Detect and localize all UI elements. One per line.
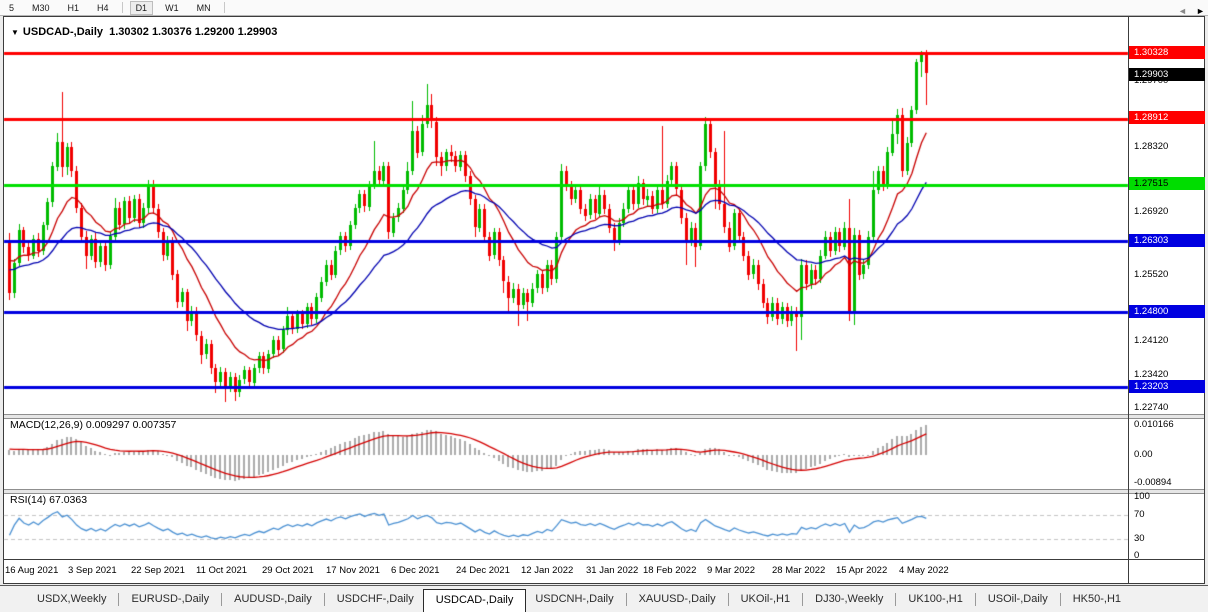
date-axis-label: 4 May 2022 (899, 565, 949, 576)
date-axis-label: 11 Oct 2021 (196, 565, 247, 576)
macd-axis-tick: -0.00894 (1134, 477, 1172, 488)
rsi-label: RSI(14) (10, 494, 46, 506)
symbol-tab-ukoil-h1[interactable]: UKOil-,H1 (732, 589, 800, 609)
mt4-terminal: { "toolbar": { "timeframes": ["5","M30",… (0, 0, 1208, 612)
symbol-tab-eurusd-daily[interactable]: EURUSD-,Daily (122, 589, 218, 609)
price-axis-tick: 1.28320 (1134, 141, 1168, 152)
tab-divider (895, 593, 896, 606)
chart-canvas[interactable] (0, 0, 1208, 612)
symbol-ohlc-header: ▼ USDCAD-,Daily 1.30302 1.30376 1.29200 1… (11, 26, 277, 38)
macd-axis-tick: 0.00 (1134, 449, 1153, 460)
rsi-axis-tick: 0 (1134, 550, 1139, 561)
symbol-tab-audusd-daily[interactable]: AUDUSD-,Daily (225, 589, 321, 609)
price-axis-tick: 1.24120 (1134, 335, 1168, 346)
price-level-badge: 1.30328 (1129, 46, 1205, 59)
date-axis-label: 16 Aug 2021 (5, 565, 58, 576)
tab-divider (118, 593, 119, 606)
price-level-badge: 1.23203 (1129, 380, 1205, 393)
price-level-badge: 1.29903 (1129, 68, 1205, 81)
date-axis-label: 22 Sep 2021 (131, 565, 185, 576)
macd-indicator-label: MACD(12,26,9) 0.009297 0.007357 (10, 419, 176, 431)
symbol-tab-usoil-daily[interactable]: USOil-,Daily (979, 589, 1057, 609)
date-axis-label: 17 Nov 2021 (326, 565, 380, 576)
macd-axis-tick: 0.010166 (1134, 419, 1174, 430)
symbol-tab-xauusd-daily[interactable]: XAUUSD-,Daily (630, 589, 725, 609)
date-axis-label: 12 Jan 2022 (521, 565, 573, 576)
macd-values: 0.009297 0.007357 (86, 419, 177, 431)
tab-scroll-left-icon[interactable]: ◄ (1178, 6, 1187, 16)
date-axis-label: 9 Mar 2022 (707, 565, 755, 576)
tab-divider (975, 593, 976, 606)
symbol-tab-bar: USDX,Weekly EURUSD-,Daily AUDUSD-,Daily USD… (0, 585, 1208, 612)
tab-divider (221, 593, 222, 606)
symbol-period-label: USDCAD-,Daily (23, 26, 103, 38)
symbol-tab-hk50-h1[interactable]: HK50-,H1 (1064, 589, 1130, 609)
rsi-pane-bottom-border (4, 559, 1204, 560)
symbol-tab-usdchf-daily[interactable]: USDCHF-,Daily (328, 589, 423, 609)
price-level-badge: 1.26303 (1129, 234, 1205, 247)
date-axis-label: 28 Mar 2022 (772, 565, 825, 576)
date-axis-label: 18 Feb 2022 (643, 565, 696, 576)
symbol-tab-usdcad-daily[interactable]: USDCAD-,Daily (423, 589, 527, 612)
rsi-indicator-label: RSI(14) 67.0363 (10, 494, 87, 506)
macd-label: MACD(12,26,9) (10, 419, 83, 431)
price-axis-tick: 1.26920 (1134, 206, 1168, 217)
macd-rsi-splitter[interactable] (4, 489, 1204, 494)
price-axis-tick: 1.25520 (1134, 269, 1168, 280)
price-level-badge: 1.27515 (1129, 177, 1205, 190)
tab-scroll-right-icon[interactable]: ► (1196, 6, 1205, 16)
ohlc-values: 1.30302 1.30376 1.29200 1.29903 (109, 26, 277, 38)
symbol-tab-dj30-weekly[interactable]: DJ30-,Weekly (806, 589, 892, 609)
rsi-axis-tick: 30 (1134, 533, 1145, 544)
tab-divider (324, 593, 325, 606)
symbol-tab-usdcnh-daily[interactable]: USDCNH-,Daily (526, 589, 622, 609)
date-axis-label: 6 Dec 2021 (391, 565, 440, 576)
price-level-badge: 1.28912 (1129, 111, 1205, 124)
tab-divider (728, 593, 729, 606)
price-axis-tick: 1.22740 (1134, 402, 1168, 413)
rsi-axis-tick: 70 (1134, 509, 1145, 520)
date-axis-label: 24 Dec 2021 (456, 565, 510, 576)
tab-divider (802, 593, 803, 606)
main-macd-splitter[interactable] (4, 414, 1204, 419)
date-axis-label: 15 Apr 2022 (836, 565, 887, 576)
date-axis-label: 29 Oct 2021 (262, 565, 314, 576)
tab-divider (1060, 593, 1061, 606)
date-axis-label: 31 Jan 2022 (586, 565, 638, 576)
tab-divider (626, 593, 627, 606)
rsi-axis-tick: 100 (1134, 491, 1150, 502)
symbol-tab-usdx-weekly[interactable]: USDX,Weekly (28, 589, 115, 609)
price-level-badge: 1.24800 (1129, 305, 1205, 318)
price-axis-tick: 1.23420 (1134, 369, 1168, 380)
rsi-value: 67.0363 (49, 494, 87, 506)
date-axis-label: 3 Sep 2021 (68, 565, 117, 576)
chevron-down-icon[interactable]: ▼ (11, 28, 19, 37)
price-axis-separator (1128, 17, 1129, 583)
symbol-tab-uk100-h1[interactable]: UK100-,H1 (899, 589, 971, 609)
